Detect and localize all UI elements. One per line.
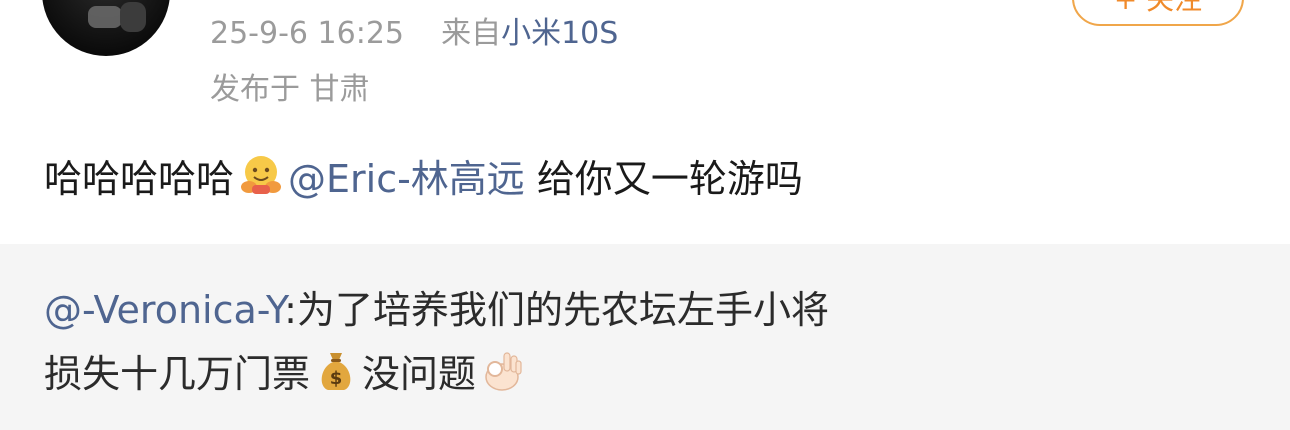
repost-line-1: @-Veronica-Y:为了培养我们的先农坛左手小将 [44, 278, 1224, 342]
avatar-detail-2 [120, 2, 146, 32]
repost-line-2-text-a: 损失十几万门票 [44, 352, 311, 396]
post-timestamp: 25-9-6 16:25 [210, 16, 404, 51]
user-mention-link[interactable]: @Eric-林高远 [288, 157, 525, 201]
repost-line-2: 损失十几万门票 $ 没问题 [44, 342, 1224, 412]
hugging-face-icon [238, 152, 284, 211]
post-source-prefix: 来自 [441, 16, 502, 51]
follow-button[interactable]: + 关注 [1072, 0, 1244, 26]
post-content: 哈哈哈哈哈 @Eric-林高远 给你又一轮游吗 [44, 152, 803, 211]
repost-line-2-text-b: 没问题 [362, 352, 477, 396]
repost-line-1-text: :为了培养我们的先农坛左手小将 [284, 288, 829, 332]
post-trailing-text: 给你又一轮游吗 [524, 157, 803, 201]
money-bag-icon: $ [314, 347, 358, 412]
ok-hand-icon [480, 347, 524, 412]
avatar[interactable] [42, 0, 170, 56]
follow-button-label: + 关注 [1114, 0, 1202, 18]
repost-author-link[interactable]: @-Veronica-Y [44, 288, 284, 332]
svg-text:$: $ [330, 368, 343, 389]
repost-text: @-Veronica-Y:为了培养我们的先农坛左手小将 损失十几万门票 $ 没问… [44, 278, 1224, 412]
post-text: 哈哈哈哈哈 [44, 157, 235, 201]
avatar-detail [88, 6, 122, 28]
weibo-post: + 关注 25-9-6 16:25 来自小米10S 发布于 甘肃 哈哈哈哈哈 @… [0, 0, 1290, 430]
post-meta: 25-9-6 16:25 来自小米10S [210, 14, 618, 54]
post-device-link[interactable]: 小米10S [501, 16, 618, 51]
post-location: 发布于 甘肃 [210, 72, 370, 107]
